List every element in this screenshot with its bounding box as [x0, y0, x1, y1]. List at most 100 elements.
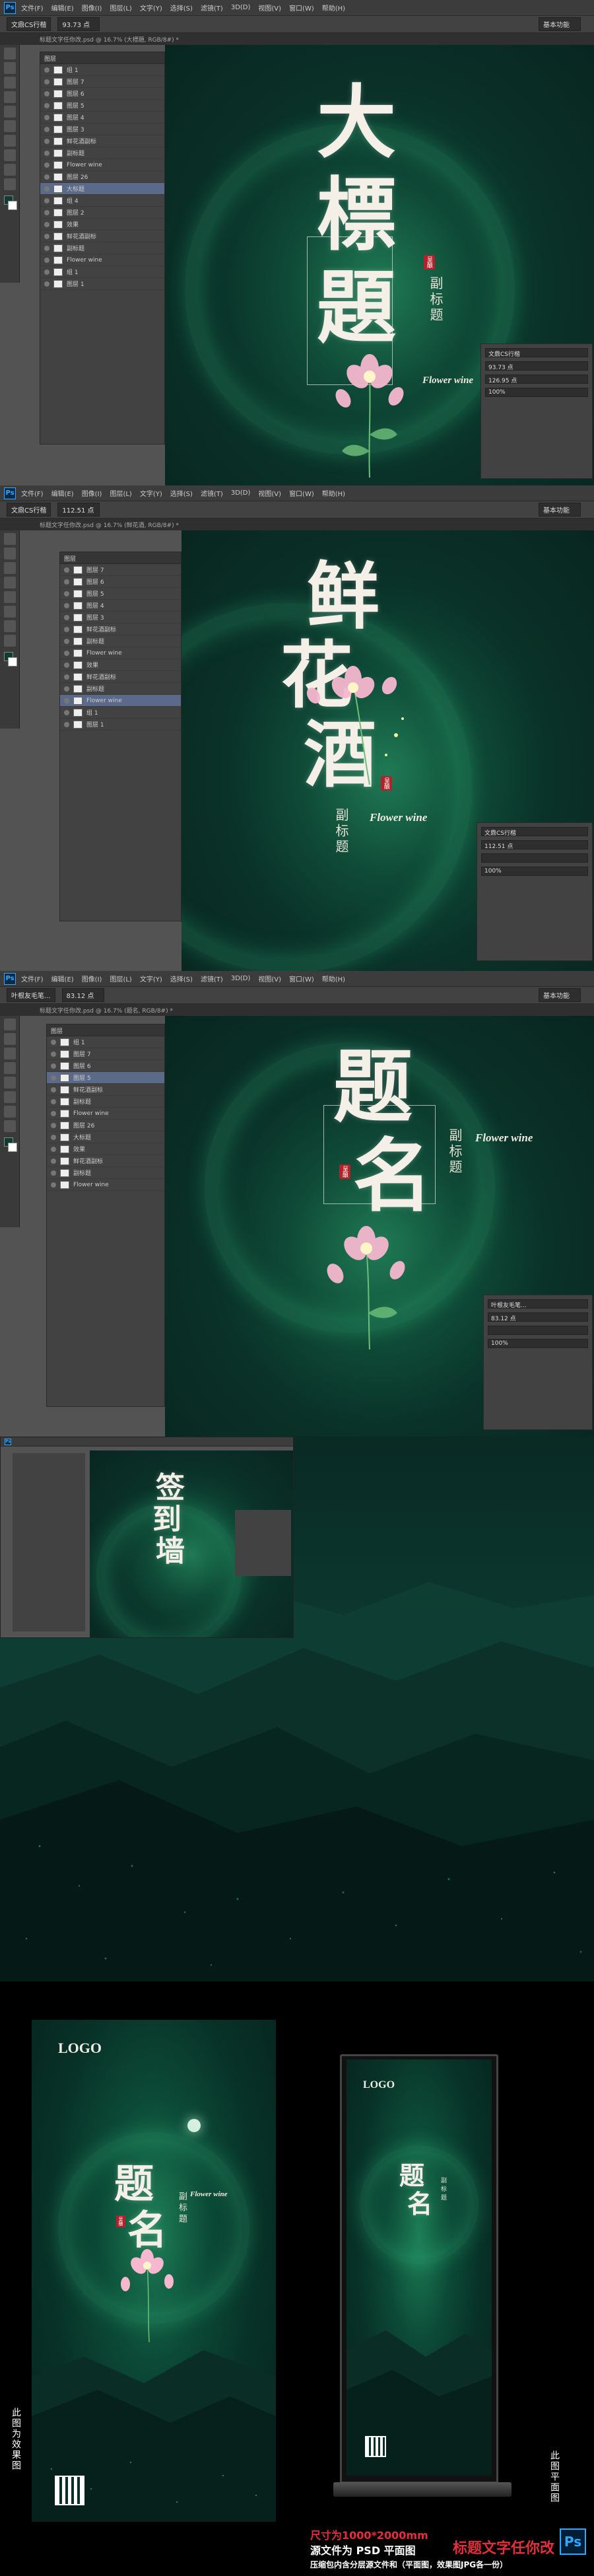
eye-icon[interactable]: [64, 567, 69, 573]
char-font-field[interactable]: 叶根友毛笔...: [488, 1299, 588, 1309]
eye-icon[interactable]: [44, 257, 50, 263]
layer-row[interactable]: 效果: [40, 219, 164, 231]
layer-row[interactable]: 组 1: [60, 707, 181, 719]
zoom-tool-icon[interactable]: [4, 178, 16, 190]
layer-row[interactable]: 图层 6: [47, 1060, 164, 1072]
type-tool-icon[interactable]: [4, 606, 16, 618]
char-tracking-field[interactable]: 100%: [481, 867, 588, 876]
eye-icon[interactable]: [64, 709, 69, 715]
menu-window[interactable]: 窗口(W): [289, 488, 314, 498]
background-color-swatch[interactable]: [8, 657, 17, 666]
menu-3d[interactable]: 3D(D): [231, 975, 251, 982]
layer-row[interactable]: 图层 4: [40, 112, 164, 124]
workspace-button[interactable]: 基本功能: [539, 503, 581, 517]
hand-tool-icon[interactable]: [4, 164, 16, 176]
layer-row[interactable]: 大标题: [40, 183, 164, 195]
layer-row[interactable]: 图层 6: [60, 576, 181, 588]
layer-row[interactable]: Flower wine: [40, 254, 164, 266]
marquee-tool-icon[interactable]: [4, 62, 16, 74]
eye-icon[interactable]: [64, 686, 69, 692]
eye-icon[interactable]: [44, 114, 50, 120]
layer-row[interactable]: 副标题: [40, 242, 164, 254]
eye-icon[interactable]: [64, 662, 69, 668]
eye-icon[interactable]: [64, 590, 69, 596]
eye-icon[interactable]: [44, 209, 50, 215]
eye-icon[interactable]: [44, 138, 50, 144]
layer-row[interactable]: 图层 3: [40, 124, 164, 135]
workspace-button[interactable]: 基本功能: [539, 17, 581, 31]
eye-icon[interactable]: [64, 650, 69, 656]
eraser-tool-icon[interactable]: [4, 120, 16, 132]
document-tab[interactable]: 标题文字任你改.psd @ 16.7% (鲜花酒, RGB/8#) *: [0, 519, 594, 530]
brush-tool-icon[interactable]: [4, 1077, 16, 1089]
layer-row[interactable]: Flower wine: [40, 159, 164, 171]
layer-row[interactable]: 图层 6: [40, 88, 164, 100]
eye-icon[interactable]: [64, 626, 69, 632]
eye-icon[interactable]: [51, 1039, 56, 1045]
workspace-button[interactable]: 基本功能: [539, 988, 581, 1002]
eye-icon[interactable]: [51, 1051, 56, 1057]
eye-icon[interactable]: [44, 102, 50, 108]
layer-row[interactable]: 图层 5: [47, 1072, 164, 1084]
layer-row[interactable]: 效果: [60, 659, 181, 671]
move-tool-icon[interactable]: [4, 533, 16, 545]
layer-row[interactable]: 图层 26: [47, 1120, 164, 1131]
menu-filter[interactable]: 滤镜(T): [201, 488, 223, 498]
type-tool-icon[interactable]: [4, 1091, 16, 1103]
menu-3d[interactable]: 3D(D): [231, 489, 251, 497]
eye-icon[interactable]: [64, 614, 69, 620]
char-font-field[interactable]: 文鼎CS行楷: [481, 827, 588, 837]
hand-tool-icon[interactable]: [4, 620, 16, 632]
font-family-field[interactable]: 文鼎CS行楷: [7, 17, 51, 31]
eye-icon[interactable]: [44, 150, 50, 156]
layer-row[interactable]: 鲜花酒副标: [60, 624, 181, 635]
eye-icon[interactable]: [44, 174, 50, 180]
menu-image[interactable]: 图像(I): [82, 3, 102, 13]
menu-image[interactable]: 图像(I): [82, 974, 102, 984]
eye-icon[interactable]: [44, 269, 50, 275]
char-size-field[interactable]: 112.51 点: [481, 840, 588, 850]
brush-tool-icon[interactable]: [4, 591, 16, 603]
eye-icon[interactable]: [44, 233, 50, 239]
menu-image[interactable]: 图像(I): [82, 488, 102, 498]
eye-icon[interactable]: [44, 245, 50, 251]
layer-row[interactable]: Flower wine: [60, 695, 181, 707]
menu-layer[interactable]: 图层(L): [110, 3, 131, 13]
menu-window[interactable]: 窗口(W): [289, 974, 314, 984]
char-font-field[interactable]: 文鼎CS行楷: [485, 348, 588, 358]
layer-row[interactable]: 图层 3: [60, 612, 181, 624]
char-tracking-field[interactable]: 100%: [488, 1339, 588, 1348]
layer-row[interactable]: 大标题: [47, 1131, 164, 1143]
menu-file[interactable]: 文件(F): [21, 3, 44, 13]
crop-tool-icon[interactable]: [4, 577, 16, 589]
menu-layer[interactable]: 图层(L): [110, 974, 131, 984]
document-tab[interactable]: 标题文字任你改.psd @ 16.7% (大標題, RGB/8#) *: [0, 33, 594, 45]
eye-icon[interactable]: [51, 1146, 56, 1152]
font-size-field[interactable]: 112.51 点: [57, 503, 100, 517]
brush-tool-icon[interactable]: [4, 106, 16, 118]
layer-row[interactable]: 图层 1: [40, 278, 164, 290]
layer-row[interactable]: 组 1: [47, 1036, 164, 1048]
background-color-swatch[interactable]: [8, 1143, 17, 1152]
layer-row[interactable]: 图层 5: [60, 588, 181, 600]
eye-icon[interactable]: [64, 579, 69, 585]
layer-row[interactable]: 副标题: [60, 635, 181, 647]
menu-filter[interactable]: 滤镜(T): [201, 3, 223, 13]
char-leading-field[interactable]: [488, 1326, 588, 1335]
layer-row[interactable]: 组 1: [40, 64, 164, 76]
zoom-tool-icon[interactable]: [4, 635, 16, 647]
layer-row[interactable]: 鲜花酒副标: [60, 671, 181, 683]
menu-filter[interactable]: 滤镜(T): [201, 974, 223, 984]
eye-icon[interactable]: [44, 67, 50, 73]
eye-icon[interactable]: [44, 79, 50, 85]
menu-view[interactable]: 视图(V): [258, 3, 281, 13]
layer-row[interactable]: 副标题: [47, 1096, 164, 1108]
layer-row[interactable]: Flower wine: [60, 647, 181, 659]
background-color-swatch[interactable]: [8, 201, 17, 210]
char-leading-field[interactable]: [481, 853, 588, 863]
menu-edit[interactable]: 编辑(E): [51, 974, 74, 984]
crop-tool-icon[interactable]: [4, 1062, 16, 1074]
eye-icon[interactable]: [51, 1063, 56, 1069]
eye-icon[interactable]: [44, 162, 50, 168]
menu-select[interactable]: 选择(S): [170, 974, 193, 984]
